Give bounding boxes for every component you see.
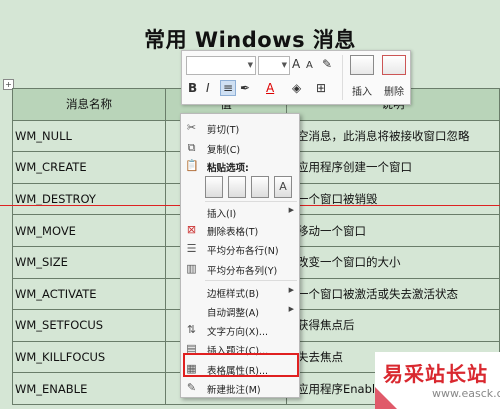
table-cell[interactable]: WM_SETFOCUS [12,309,166,342]
mini-toolbar: ▼ ▼ A A ✎ B I ≡ ✒ A ◈ ⊞ 插入 删除 [181,50,411,105]
table-cell[interactable]: 一个窗口被激活或失去激活状态 [286,277,500,311]
menu-item-autofit[interactable]: 自动调整(A) ▶ [181,301,299,321]
table-cell[interactable]: 获得焦点后 [286,309,500,342]
font-color-icon[interactable]: A [266,81,274,95]
scissors-icon: ✂ [186,121,197,134]
table-cell[interactable]: 移动一个窗口 [286,214,500,247]
menu-item-label: 剪切(T) [207,125,240,136]
menu-item-cut[interactable]: ✂ 剪切(T) [181,118,299,138]
shrink-font-icon[interactable]: A [306,59,313,73]
menu-item-paste-options: 📋 粘贴选项: [181,156,299,176]
table-cell[interactable]: WM_ACTIVATE [12,277,166,311]
table-cell[interactable]: 改变一个窗口的大小 [286,245,500,279]
watermark-url: www.easck.com [432,387,500,400]
new-comment-icon: ✎ [186,381,197,394]
watermark-logo: 易采站长站 www.easck.com [375,352,500,409]
context-menu: ✂ 剪切(T) ⧉ 复制(C) 📋 粘贴选项: A 插入(I) ▶ ⊠ 删除表格(T) ☰… [180,113,300,398]
table-cell[interactable]: WM_NULL [12,119,166,153]
delete-label: 删除 [384,87,404,98]
delete-button[interactable]: 删除 [376,54,412,100]
borders-icon[interactable]: ⊞ [316,81,326,95]
paste-keep-formatting-icon[interactable] [205,176,223,198]
shading-icon[interactable]: ◈ [292,81,301,95]
menu-item-copy[interactable]: ⧉ 复制(C) [181,138,299,158]
chevron-down-icon: ▼ [281,61,287,69]
delete-table-icon [382,55,406,75]
table-cell[interactable]: WM_KILLFOCUS [12,340,166,374]
copy-icon: ⧉ [187,141,196,154]
insert-button[interactable]: 插入 [344,54,380,100]
paste-text-only-icon[interactable]: A [274,176,292,198]
paste-options-bar: A [205,174,297,200]
submenu-arrow-icon: ▶ [288,206,294,214]
menu-item-border-styles[interactable]: 边框样式(B) ▶ [181,282,299,302]
menu-item-label: 新建批注(M) [207,385,261,396]
menu-item-label: 自动调整(A) [207,308,259,319]
table-cell[interactable]: 一个窗口被销毁 [286,182,500,216]
table-cell[interactable]: WM_MOVE [12,214,166,247]
header-cell[interactable]: 消息名称 [12,88,166,121]
table-cell[interactable]: WM_DESTROY [12,182,166,216]
submenu-arrow-icon: ▶ [288,286,294,294]
submenu-arrow-icon: ▶ [288,305,294,313]
menu-item-label: 平均分布各行(N) [207,246,279,257]
menu-item-label: 复制(C) [207,145,241,156]
highlight-icon[interactable]: ✒ [240,81,250,95]
menu-item-distribute-rows[interactable]: ☰ 平均分布各行(N) [181,239,299,259]
insert-label: 插入 [352,87,372,98]
menu-item-distribute-columns[interactable]: ▥ 平均分布各列(Y) [181,259,299,279]
text-direction-icon: ⇅ [186,323,197,336]
menu-item-text-direction[interactable]: ⇅ 文字方向(X)... [181,320,299,340]
table-cell[interactable]: 应用程序创建一个窗口 [286,151,500,184]
watermark-text: 易采站长站 [383,362,488,386]
font-size-dropdown[interactable]: ▼ [258,56,290,75]
font-name-dropdown[interactable]: ▼ [186,56,256,75]
table-cell[interactable]: WM_ENABLE [12,372,166,405]
grow-font-icon[interactable]: A [292,57,300,71]
menu-item-label: 文字方向(X)... [207,327,268,338]
menu-item-label: 平均分布各列(Y) [207,266,278,277]
italic-button[interactable]: I [206,81,210,95]
menu-item-label: 粘贴选项: [207,163,249,174]
insert-table-icon [350,55,374,75]
table-cell[interactable]: WM_CREATE [12,151,166,184]
chevron-down-icon: ▼ [247,61,253,69]
menu-divider [205,280,297,281]
menu-item-label: 边框样式(B) [207,289,259,300]
format-painter-icon[interactable]: ✎ [322,57,332,71]
logo-triangle-icon [375,387,397,409]
menu-item-delete-table[interactable]: ⊠ 删除表格(T) [181,220,299,240]
highlight-box [183,353,299,377]
paste-nest-table-icon[interactable] [251,176,269,198]
menu-item-new-comment[interactable]: ✎ 新建批注(M) [181,378,299,398]
menu-item-label: 插入(I) [207,209,237,220]
table-cell[interactable]: WM_SIZE [12,245,166,279]
center-align-icon[interactable]: ≡ [220,80,236,96]
table-cell[interactable]: 空消息，此消息将被接收窗口忽略 [286,119,500,153]
distribute-rows-icon: ☰ [186,242,197,255]
menu-item-label: 删除表格(T) [207,227,259,238]
bold-button[interactable]: B [188,81,197,95]
toolbar-divider [342,55,343,100]
menu-item-insert[interactable]: 插入(I) ▶ [181,202,299,222]
distribute-columns-icon: ▥ [186,262,197,275]
paste-merge-table-icon[interactable] [228,176,246,198]
delete-table-icon: ⊠ [186,223,197,236]
paste-icon: 📋 [185,159,199,172]
